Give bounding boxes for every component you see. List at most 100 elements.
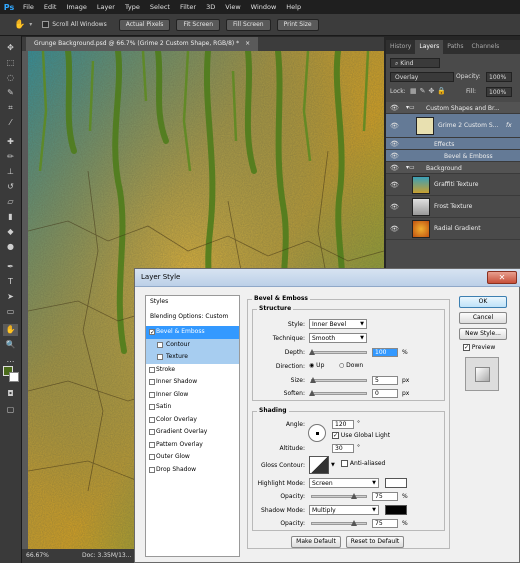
checkbox-icon[interactable]: [149, 416, 155, 423]
zoom-tool-icon[interactable]: 🔍: [3, 339, 18, 351]
angle-dial[interactable]: [308, 424, 326, 442]
tab-paths[interactable]: Paths: [443, 40, 467, 54]
lasso-tool-icon[interactable]: ◌: [3, 72, 18, 84]
pen-tool-icon[interactable]: ✒: [3, 261, 18, 273]
background-color-swatch[interactable]: [9, 372, 19, 382]
style-outer-glow[interactable]: Outer Glow: [146, 451, 239, 464]
close-tab-icon[interactable]: ×: [245, 40, 250, 47]
eye-icon[interactable]: 👁: [390, 203, 399, 211]
document-tab[interactable]: Grunge Background.psd @ 66.7% (Grime 2 C…: [26, 37, 259, 51]
menu-layer[interactable]: Layer: [92, 0, 120, 14]
styles-header[interactable]: Styles: [146, 296, 239, 309]
chevron-down-icon[interactable]: ▼: [331, 462, 335, 468]
style-inner-shadow[interactable]: Inner Shadow: [146, 376, 239, 389]
style-pattern-overlay[interactable]: Pattern Overlay: [146, 439, 239, 452]
checkbox-icon[interactable]: [149, 441, 155, 448]
style-texture[interactable]: Texture: [146, 351, 239, 364]
style-gradient-overlay[interactable]: Gradient Overlay: [146, 426, 239, 439]
effects-row[interactable]: 👁 Effects: [386, 138, 520, 150]
menu-file[interactable]: File: [18, 0, 39, 14]
soften-slider[interactable]: [309, 390, 367, 396]
menu-select[interactable]: Select: [145, 0, 175, 14]
anti-aliased-checkbox[interactable]: Anti-aliased: [341, 460, 385, 467]
menu-edit[interactable]: Edit: [39, 0, 62, 14]
gradient-tool-icon[interactable]: ▮: [3, 211, 18, 223]
bevel-style-dropdown[interactable]: Inner Bevel: [309, 319, 367, 329]
eye-icon[interactable]: 👁: [390, 225, 399, 233]
checkbox-icon[interactable]: [149, 454, 155, 460]
effect-bevel-emboss-row[interactable]: 👁 Bevel & Emboss: [386, 150, 520, 162]
fx-icon[interactable]: fx: [506, 122, 512, 129]
shape-tool-icon[interactable]: ▭: [3, 306, 18, 318]
slider-knob[interactable]: [309, 390, 315, 396]
eye-icon[interactable]: 👁: [390, 104, 399, 112]
highlight-mode-dropdown[interactable]: Screen: [309, 478, 379, 488]
highlight-opacity-field[interactable]: 75: [372, 492, 398, 501]
tab-layers[interactable]: Layers: [415, 40, 444, 54]
ok-button[interactable]: OK: [459, 296, 507, 308]
path-select-tool-icon[interactable]: ➤: [3, 291, 18, 303]
screen-mode-icon[interactable]: ▢: [3, 404, 18, 416]
menu-help[interactable]: Help: [281, 0, 306, 14]
checkbox-icon[interactable]: [157, 341, 163, 348]
eyedropper-tool-icon[interactable]: ⁄: [3, 117, 18, 129]
opacity-field[interactable]: 100%: [486, 72, 512, 82]
slider-knob[interactable]: [310, 377, 316, 383]
quick-select-tool-icon[interactable]: ✎: [3, 87, 18, 99]
tab-channels[interactable]: Channels: [468, 40, 504, 54]
size-field[interactable]: 5: [372, 376, 398, 385]
preview-checkbox[interactable]: ✓ Preview: [463, 344, 495, 351]
layer-radial-gradient[interactable]: 👁 Radial Gradient: [386, 218, 520, 240]
fill-field[interactable]: 100%: [486, 87, 512, 97]
style-satin[interactable]: Satin: [146, 401, 239, 414]
chevron-down-icon[interactable]: ▾: [29, 21, 32, 28]
checkbox-checked-icon[interactable]: ✓: [149, 329, 155, 336]
more-tools-icon[interactable]: …: [3, 354, 18, 366]
depth-field[interactable]: 100: [372, 348, 398, 357]
dialog-title-bar[interactable]: Layer Style ✕: [135, 269, 520, 287]
scroll-all-windows-checkbox[interactable]: Scroll All Windows: [42, 21, 107, 28]
lock-icons[interactable]: ▦✎✥🔒: [410, 87, 449, 95]
make-default-button[interactable]: Make Default: [291, 536, 341, 548]
style-inner-glow[interactable]: Inner Glow: [146, 389, 239, 402]
print-size-button[interactable]: Print Size: [276, 18, 319, 31]
close-icon[interactable]: ✕: [487, 271, 517, 284]
blending-options-item[interactable]: Blending Options: Custom: [146, 311, 239, 324]
layer-graffiti-texture[interactable]: 👁 Graffiti Texture: [386, 174, 520, 196]
zoom-level[interactable]: 66.67%: [26, 549, 49, 563]
menu-3d[interactable]: 3D: [201, 0, 220, 14]
direction-down-radio[interactable]: ○ Down: [339, 362, 363, 369]
shadow-color-swatch[interactable]: [385, 505, 407, 515]
style-stroke[interactable]: Stroke: [146, 364, 239, 377]
new-style-button[interactable]: New Style...: [459, 328, 507, 340]
size-slider[interactable]: [310, 377, 367, 383]
menu-image[interactable]: Image: [61, 0, 91, 14]
type-tool-icon[interactable]: T: [3, 276, 18, 288]
style-contour[interactable]: Contour: [146, 338, 239, 351]
style-color-overlay[interactable]: Color Overlay: [146, 414, 239, 427]
marquee-tool-icon[interactable]: ⬚: [3, 57, 18, 69]
gloss-contour-picker[interactable]: [309, 456, 329, 474]
use-global-light-checkbox[interactable]: ✓ Use Global Light: [332, 432, 390, 439]
layer-grime-custom-shape[interactable]: 👁 Grime 2 Custom S... fx: [386, 114, 520, 138]
move-tool-icon[interactable]: ✥: [3, 42, 18, 54]
fit-screen-button[interactable]: Fit Screen: [176, 18, 221, 31]
blur-tool-icon[interactable]: ◆: [3, 226, 18, 238]
kind-filter-dropdown[interactable]: ⌕ Kind: [390, 58, 440, 68]
shadow-opacity-slider[interactable]: [311, 520, 367, 526]
hand-tool-icon[interactable]: ✋: [3, 324, 18, 336]
checkbox-icon[interactable]: [149, 429, 155, 435]
soften-field[interactable]: 0: [372, 389, 398, 398]
layer-frost-texture[interactable]: 👁 Frost Texture: [386, 196, 520, 218]
brush-tool-icon[interactable]: ✏: [3, 151, 18, 163]
menu-view[interactable]: View: [220, 0, 245, 14]
layer-group-background[interactable]: 👁 ▾▭ Background: [386, 162, 520, 174]
angle-field[interactable]: 120: [332, 420, 354, 429]
eye-icon[interactable]: 👁: [390, 164, 399, 172]
checkbox-icon[interactable]: [149, 404, 155, 410]
slider-knob[interactable]: [309, 349, 315, 355]
checkbox-icon[interactable]: [149, 366, 155, 373]
checkbox-icon[interactable]: [157, 354, 163, 360]
checkbox-icon[interactable]: [149, 379, 155, 385]
blend-mode-dropdown[interactable]: Overlay: [390, 72, 454, 82]
